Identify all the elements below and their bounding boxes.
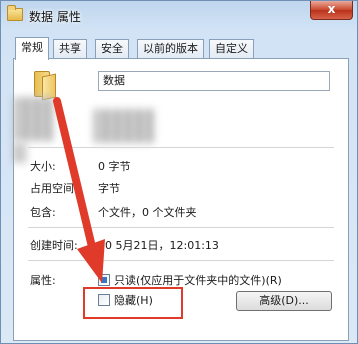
created-value: 20 5月21日，12:01:13	[98, 239, 219, 252]
hidden-label[interactable]: 隐藏(H)	[114, 292, 153, 308]
disk-size-label: 占用空间:	[30, 182, 78, 195]
advanced-button[interactable]: 高级(D)...	[236, 291, 332, 311]
redacted-area	[14, 143, 26, 163]
properties-dialog: 数据 属性 x 常规 共享 安全 以前的版本 自定义 数据 大小: 0 字节 占…	[0, 0, 358, 344]
disk-size-value: 字节	[98, 182, 120, 195]
title-bar[interactable]: 数据 属性 x	[1, 1, 357, 31]
tab-previous-versions[interactable]: 以前的版本	[137, 39, 204, 59]
redacted-area	[94, 109, 154, 143]
divider	[28, 227, 334, 228]
tab-customize[interactable]: 自定义	[209, 39, 254, 59]
tab-security[interactable]: 安全	[95, 39, 129, 59]
folder-name-input[interactable]: 数据	[98, 71, 330, 91]
general-panel: 数据 大小: 0 字节 占用空间: 字节 包含: 个文件，0 个文件夹 创建时间…	[13, 58, 349, 341]
hidden-checkbox[interactable]	[98, 294, 110, 306]
folder-icon	[7, 5, 23, 21]
created-label: 创建时间:	[30, 239, 78, 252]
close-button[interactable]: x	[310, 1, 353, 20]
contains-value: 个文件，0 个文件夹	[98, 206, 197, 219]
attributes-label: 属性:	[30, 274, 56, 287]
size-label: 大小:	[30, 160, 56, 173]
tab-general[interactable]: 常规	[15, 37, 49, 60]
readonly-label[interactable]: 只读(仅应用于文件夹中的文件)(R)	[114, 272, 282, 288]
redacted-area	[14, 97, 54, 141]
window-title: 数据 属性	[29, 10, 81, 24]
divider	[28, 260, 334, 261]
contains-label: 包含:	[30, 206, 56, 219]
folder-large-icon	[34, 71, 66, 101]
readonly-checkbox[interactable]	[98, 274, 110, 286]
size-value: 0 字节	[98, 160, 131, 173]
divider	[28, 147, 334, 148]
tab-sharing[interactable]: 共享	[53, 39, 87, 59]
